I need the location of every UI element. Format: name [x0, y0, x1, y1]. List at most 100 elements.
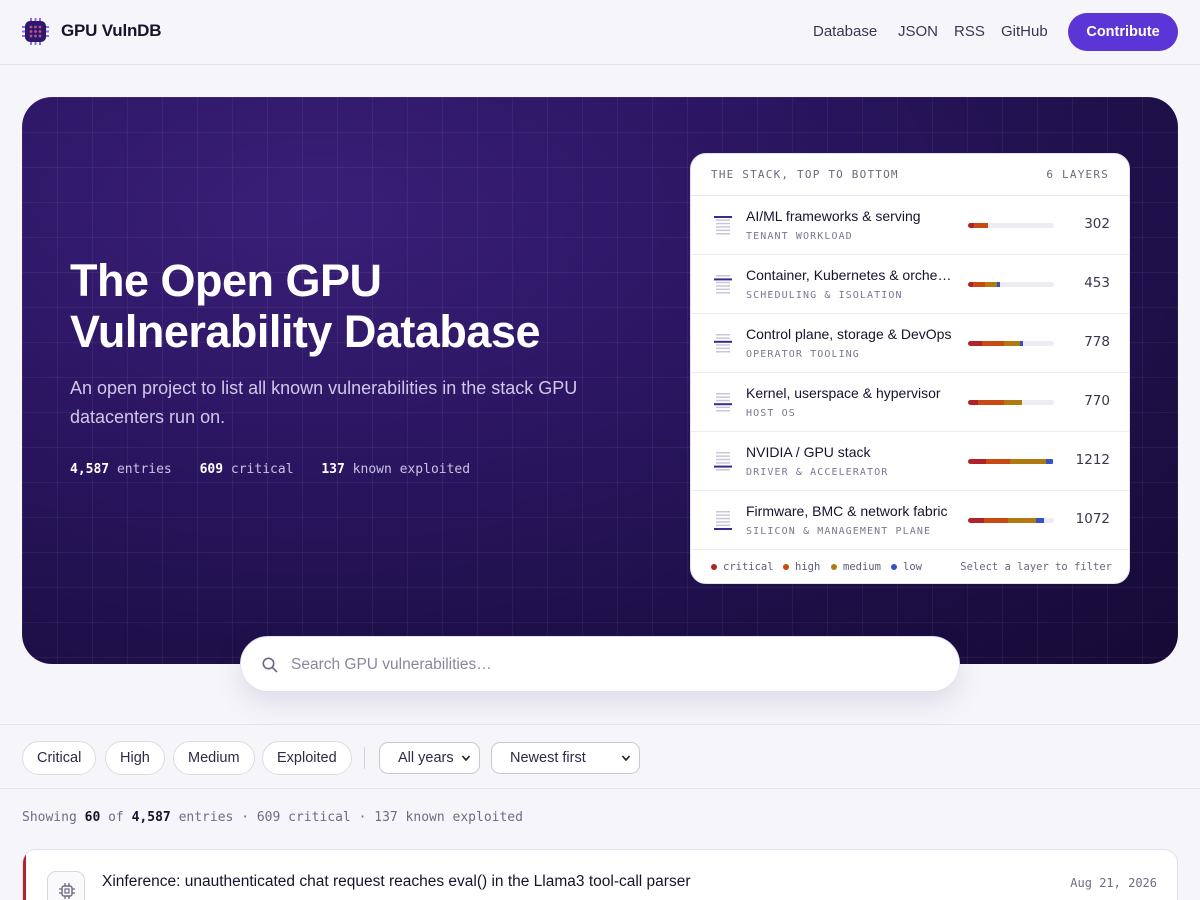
- year-select-value: All years: [398, 750, 454, 766]
- sort-select-value: Newest first: [510, 750, 586, 766]
- stack-layer-icon: [714, 216, 732, 235]
- stat-entries-label: entries: [116, 462, 172, 477]
- stack-layer-subtitle: OPERATOR TOOLING: [746, 349, 860, 360]
- severity-bar-segment: [997, 282, 1000, 287]
- severity-distribution-bar: [968, 400, 1054, 405]
- stack-layer-row[interactable]: Control plane, storage & DevOps OPERATOR …: [691, 314, 1129, 373]
- filter-bar: Critical High Medium Exploited All years…: [0, 724, 1200, 789]
- entry-date: Aug 21, 2026: [1070, 876, 1157, 890]
- severity-distribution-bar: [968, 341, 1054, 346]
- stack-layer-count: 1212: [1075, 452, 1110, 468]
- severity-distribution-bar: [968, 223, 1054, 228]
- nav-link-github[interactable]: GitHub: [1001, 23, 1048, 40]
- search-input[interactable]: [291, 647, 931, 683]
- severity-accent-bar: [23, 850, 26, 900]
- stack-layers-card: THE STACK, TOP TO BOTTOM 6 LAYERS AI/ML …: [690, 153, 1130, 584]
- filter-chip-critical[interactable]: Critical: [22, 741, 97, 775]
- stack-layer-count: 6 LAYERS: [1046, 168, 1109, 181]
- severity-bar-segment: [1020, 341, 1023, 346]
- severity-bar-segment: [1004, 400, 1022, 405]
- stack-layer-list: AI/ML frameworks & serving TENANT WORKLOA…: [691, 196, 1129, 550]
- stack-layer-subtitle: HOST OS: [746, 408, 796, 419]
- legend-critical-label: critical: [723, 561, 774, 573]
- gpu-chip-logo-icon[interactable]: [22, 18, 49, 45]
- severity-bar-segment: [968, 459, 986, 464]
- stack-layer-icon: [714, 393, 732, 412]
- stack-heading: THE STACK, TOP TO BOTTOM: [711, 168, 899, 181]
- vulnerability-entry-card[interactable]: Xinference: unauthenticated chat request…: [22, 849, 1178, 900]
- stack-layer-name: Firmware, BMC & network fabric: [746, 503, 948, 519]
- nav-link-database[interactable]: Database: [813, 23, 877, 40]
- search-bar[interactable]: [240, 636, 960, 692]
- severity-bar-segment: [973, 282, 985, 287]
- legend-dot: [711, 564, 717, 570]
- stack-layer-subtitle: DRIVER & ACCELERATOR: [746, 467, 889, 478]
- stack-layer-name: Kernel, userspace & hypervisor: [746, 385, 941, 401]
- results-total-count: 4,587: [131, 810, 171, 825]
- severity-bar-segment: [968, 518, 984, 523]
- results-shown-count: 60: [84, 810, 101, 825]
- filter-chip-high[interactable]: High: [105, 741, 165, 775]
- legend-low-label: low: [903, 561, 922, 573]
- severity-bar-segment: [984, 518, 1008, 523]
- stack-layer-name: Container, Kubernetes & orchestration: [746, 267, 956, 283]
- legend-high: high: [783, 561, 820, 573]
- stack-layer-name: AI/ML frameworks & serving: [746, 208, 921, 224]
- severity-bar-segment: [968, 341, 982, 346]
- chevron-down-icon: [461, 755, 471, 762]
- nav-link-json[interactable]: JSON: [898, 23, 938, 40]
- severity-bar-segment: [974, 223, 988, 228]
- stack-layer-row[interactable]: Container, Kubernetes & orchestration SCH…: [691, 255, 1129, 314]
- legend-medium-label: medium: [843, 561, 881, 573]
- severity-bar-segment: [968, 400, 978, 405]
- page-title: The Open GPU Vulnerability Database: [70, 255, 541, 357]
- stat-exploited-label: known exploited: [352, 462, 471, 477]
- filter-chip-medium[interactable]: Medium: [173, 741, 255, 775]
- brand-name[interactable]: GPU VulnDB: [61, 21, 162, 41]
- stack-layer-row[interactable]: NVIDIA / GPU stack DRIVER & ACCELERATOR 12…: [691, 432, 1129, 491]
- stack-layer-subtitle: TENANT WORKLOAD: [746, 231, 853, 242]
- stack-layer-count: 453: [1084, 275, 1110, 291]
- results-breakdown: · 609 critical · 137 known exploited: [241, 810, 523, 825]
- top-nav-bar: GPU VulnDB Database JSON RSS GitHub Cont…: [0, 0, 1200, 65]
- stack-layer-count: 778: [1084, 334, 1110, 350]
- stack-layer-name: Control plane, storage & DevOps: [746, 326, 952, 342]
- stack-layer-row[interactable]: Kernel, userspace & hypervisor HOST OS 770: [691, 373, 1129, 432]
- stat-critical-label: critical: [230, 462, 294, 477]
- severity-bar-segment: [1008, 518, 1036, 523]
- stack-layer-subtitle: SILICON & MANAGEMENT PLANE: [746, 526, 932, 537]
- severity-bar-segment: [1004, 341, 1020, 346]
- nav-link-rss[interactable]: RSS: [954, 23, 985, 40]
- stack-layer-row[interactable]: AI/ML frameworks & serving TENANT WORKLOA…: [691, 196, 1129, 255]
- legend-dot: [783, 564, 789, 570]
- severity-bar-segment: [1010, 459, 1046, 464]
- stack-layer-count: 302: [1084, 216, 1110, 232]
- legend-dot: [831, 564, 837, 570]
- legend-high-label: high: [795, 561, 821, 573]
- stack-card-header: THE STACK, TOP TO BOTTOM 6 LAYERS: [691, 154, 1129, 196]
- entry-title[interactable]: Xinference: unauthenticated chat request…: [102, 873, 690, 891]
- severity-distribution-bar: [968, 282, 1054, 287]
- severity-bar-segment: [1036, 518, 1044, 523]
- stack-layer-count: 1072: [1075, 511, 1110, 527]
- results-entries-label: entries: [178, 810, 234, 825]
- severity-bar-segment: [978, 400, 1004, 405]
- severity-bar-segment: [985, 282, 997, 287]
- results-summary: Showing 60 of 4,587 entries · 609 critic…: [22, 810, 523, 825]
- sort-select[interactable]: Newest first: [491, 742, 640, 774]
- filter-divider: [364, 747, 365, 769]
- stack-layer-subtitle: SCHEDULING & ISOLATION: [746, 290, 903, 301]
- hero-stats: 4,587 entries 609 critical 137 known exp…: [70, 462, 470, 477]
- legend-medium: medium: [831, 561, 881, 573]
- stat-exploited-value: 137: [321, 462, 345, 477]
- contribute-button[interactable]: Contribute: [1068, 13, 1178, 51]
- year-select[interactable]: All years: [379, 742, 480, 774]
- filter-chip-exploited[interactable]: Exploited: [262, 741, 352, 775]
- severity-legend: critical high medium low Select a layer …: [691, 548, 1129, 583]
- severity-distribution-bar: [968, 518, 1054, 523]
- stack-layer-icon: [714, 275, 732, 294]
- severity-distribution-bar: [968, 459, 1054, 464]
- stack-layer-count: 770: [1084, 393, 1110, 409]
- stat-entries-value: 4,587: [70, 462, 110, 477]
- stack-layer-row[interactable]: Firmware, BMC & network fabric SILICON & …: [691, 491, 1129, 550]
